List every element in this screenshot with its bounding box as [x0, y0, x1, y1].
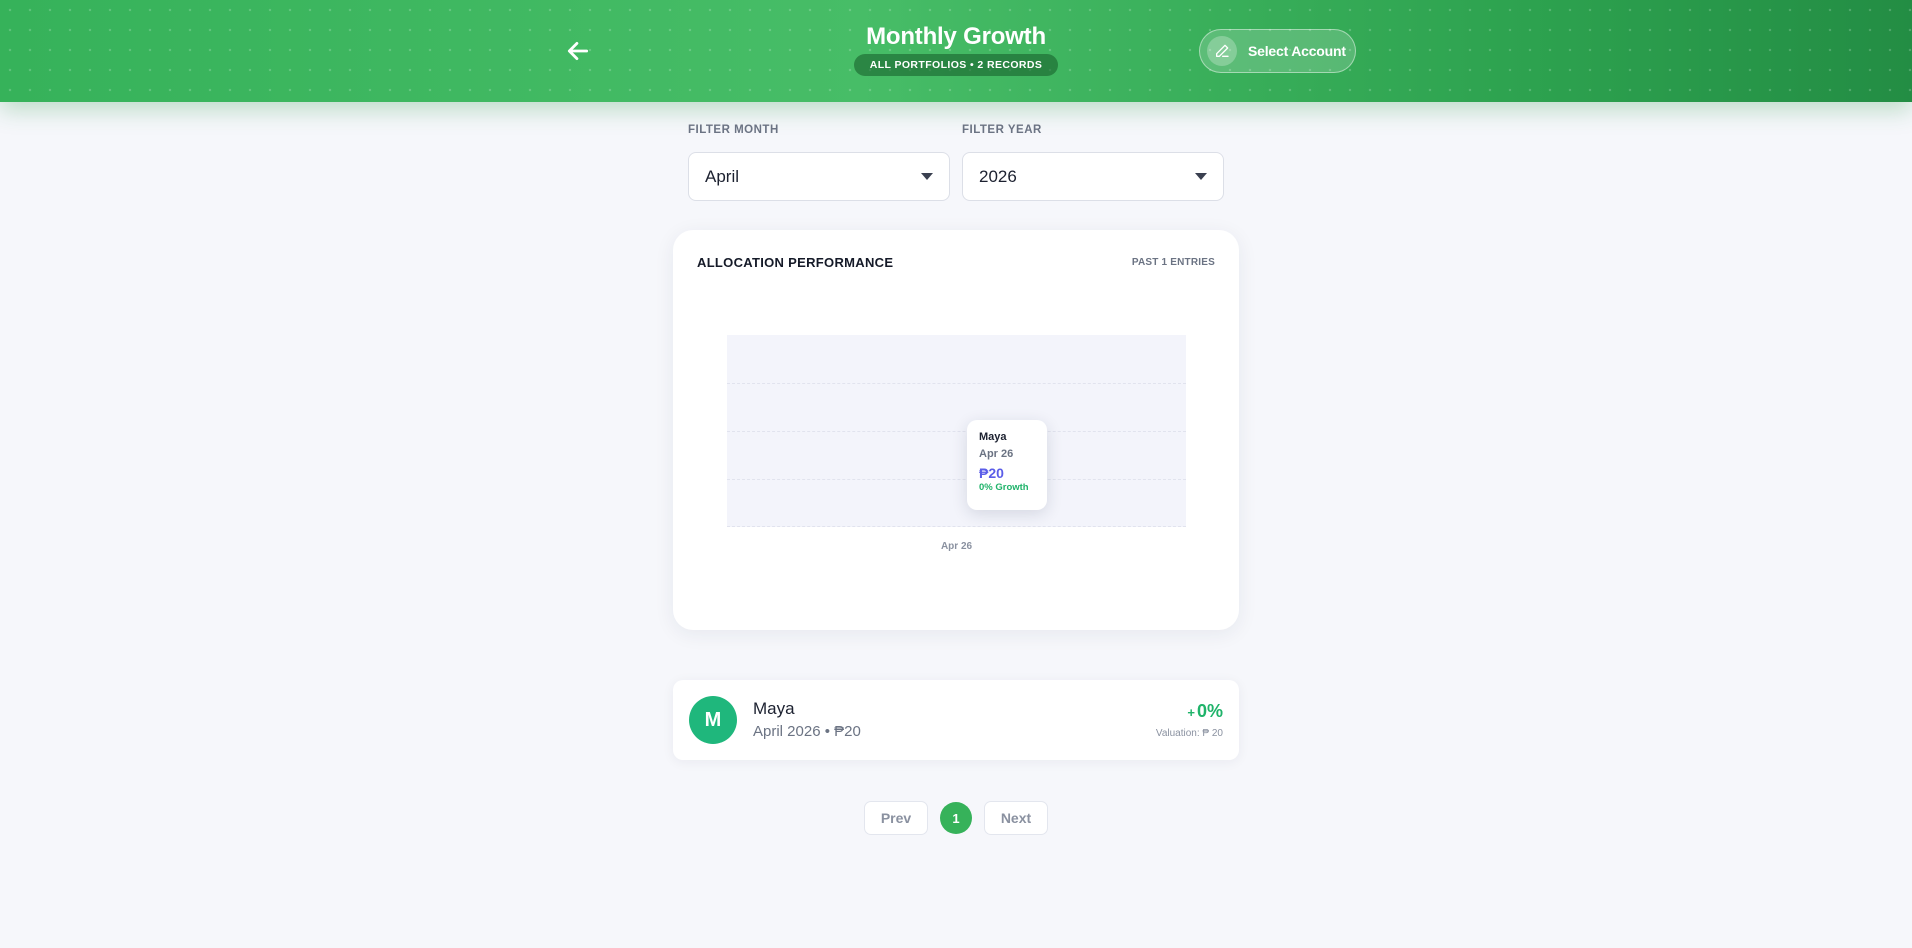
back-button[interactable] [560, 33, 596, 69]
tooltip-name: Maya [979, 431, 1007, 443]
chart-entries-count: PAST 1 ENTRIES [1131, 257, 1215, 268]
select-account-button[interactable]: Select Account [1199, 29, 1356, 73]
year-select-value: 2026 [979, 166, 1017, 186]
year-select[interactable]: 2026 [962, 152, 1224, 201]
list-item[interactable]: M Maya April 2026 • ₱20 +0% Valuation: ₱… [673, 680, 1239, 760]
chart-tooltip: Maya Apr 26 ₱20 0% Growth [967, 420, 1047, 510]
chart-gridline [727, 431, 1186, 432]
growth-sign: + [1187, 705, 1195, 720]
year-filter: FILTER YEAR 2026 [962, 123, 1224, 201]
x-tick-label: Apr 26 [940, 541, 973, 552]
record-valuation: Valuation: ₱ 20 [1155, 728, 1223, 739]
tooltip-value: ₱20 [979, 465, 1004, 481]
month-filter-label: FILTER MONTH [688, 124, 779, 136]
year-filter-label: FILTER YEAR [962, 124, 1042, 136]
next-page-button[interactable]: Next [984, 801, 1048, 835]
chart-baseline [727, 526, 1186, 527]
month-select-value: April [705, 166, 740, 186]
prev-page-button[interactable]: Prev [864, 801, 928, 835]
tooltip-date: Apr 26 [979, 448, 1014, 460]
record-growth: +0% [1187, 701, 1223, 722]
chevron-down-icon [921, 173, 933, 180]
month-filter: FILTER MONTH April [688, 123, 950, 201]
growth-value: 0% [1196, 701, 1223, 721]
record-meta: April 2026 • ₱20 [753, 723, 861, 740]
avatar: M [689, 696, 737, 744]
pencil-icon [1207, 36, 1237, 66]
arrow-left-icon [567, 42, 589, 60]
page-title: Monthly Growth [866, 23, 1046, 50]
tooltip-growth: 0% Growth [979, 482, 1029, 493]
header-title-group: Monthly Growth ALL PORTFOLIOS • 2 RECORD… [806, 22, 1106, 76]
chart-gridline [727, 479, 1186, 480]
chevron-down-icon [1195, 173, 1207, 180]
page-1-button[interactable]: 1 [940, 802, 972, 834]
chart-plot-area[interactable] [727, 335, 1186, 527]
app-header: Monthly Growth ALL PORTFOLIOS • 2 RECORD… [0, 0, 1912, 102]
chart-title: ALLOCATION PERFORMANCE [697, 255, 894, 270]
record-name: Maya [753, 699, 795, 718]
records-summary-badge: ALL PORTFOLIOS • 2 RECORDS [853, 54, 1059, 76]
month-select[interactable]: April [688, 152, 950, 201]
chart-gridline [727, 383, 1186, 384]
allocation-performance-card: ALLOCATION PERFORMANCE PAST 1 ENTRIES Ap… [673, 230, 1239, 630]
select-account-label: Select Account [1248, 43, 1346, 59]
